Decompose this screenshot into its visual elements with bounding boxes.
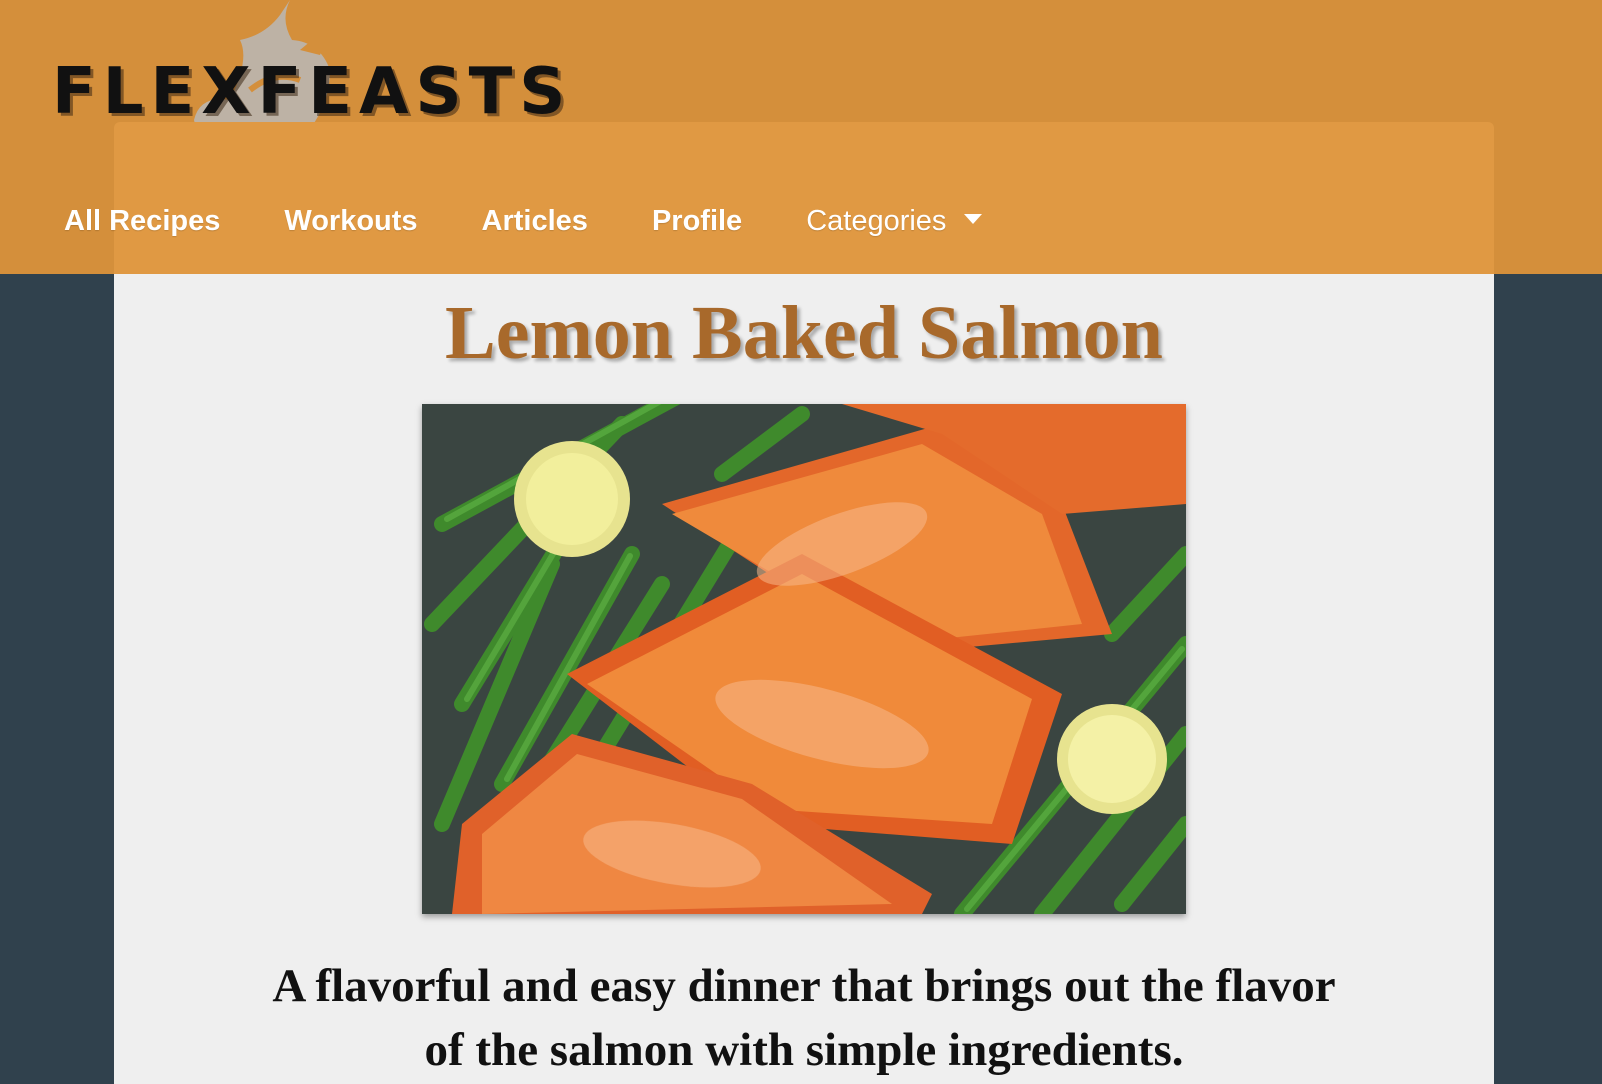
recipe-description: A flavorful and easy dinner that brings … [272,960,1336,1076]
caret-down-icon [964,214,983,224]
salmon-photo [422,404,1186,914]
main-nav: All Recipes Workouts Articles Profile Ca… [64,196,1046,246]
nav-categories-dropdown[interactable]: Categories [806,204,983,238]
recipe-image [422,404,1186,914]
nav-profile[interactable]: Profile [652,205,742,238]
nav-articles[interactable]: Articles [482,205,588,238]
recipe-title: Lemon Baked Salmon [445,291,1163,375]
site-header: FLEXFEASTS All Recipes Workouts Articles… [0,0,1602,274]
brand-logo-text[interactable]: FLEXFEASTS [52,60,572,124]
recipe-content: Lemon Baked Salmon A flavorful and easy … [114,274,1494,1084]
nav-workouts[interactable]: Workouts [284,205,417,238]
nav-all-recipes[interactable]: All Recipes [64,205,220,238]
categories-label: Categories [806,204,947,237]
